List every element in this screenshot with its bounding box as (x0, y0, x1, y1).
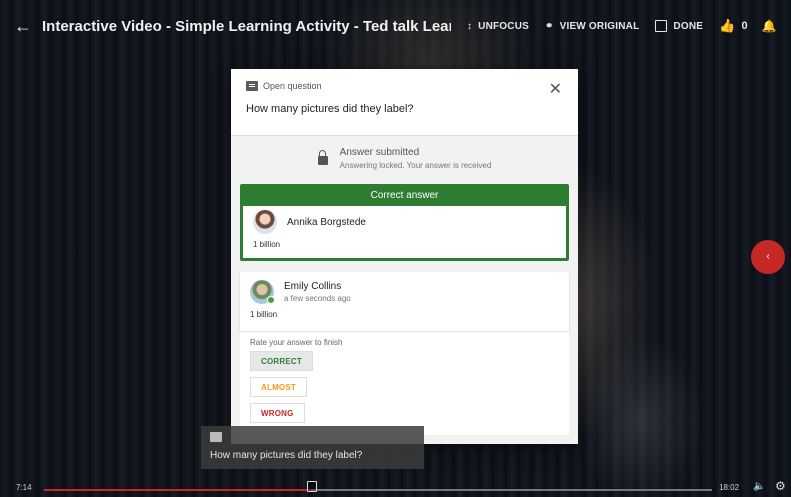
student-answer-value: 1 billion (250, 310, 278, 319)
rate-correct-button[interactable]: CORRECT (250, 351, 313, 371)
unfocus-button[interactable]: ↕ UNFOCUS (467, 21, 529, 32)
unfocus-label: UNFOCUS (478, 20, 529, 32)
question-type-label: Open question (263, 81, 322, 91)
caption-text: How many pictures did they label? (210, 450, 363, 461)
like-count: 0 (741, 20, 748, 32)
interaction-marker-icon[interactable] (307, 481, 317, 492)
bell-icon: 🔔 (761, 19, 777, 33)
done-label: DONE (673, 20, 704, 32)
duration: 18:02 (719, 483, 740, 492)
student-answer-card: Emily Collins a few seconds ago 1 billio… (240, 272, 569, 331)
side-panel-button[interactable]: ‹ (751, 240, 785, 274)
question-type: Open question (246, 81, 564, 91)
question-icon (210, 432, 222, 442)
lock-icon (317, 150, 328, 165)
locked-title: Answer submitted (339, 147, 420, 158)
rate-almost-button[interactable]: ALMOST (250, 377, 307, 397)
progress-fill (44, 489, 312, 491)
answer-locked-notice: Answer submitted Answering locked. Your … (231, 135, 578, 181)
rate-wrong-button[interactable]: WRONG (250, 403, 305, 423)
author-name: Annika Borgstede (287, 216, 366, 228)
avatar (250, 280, 275, 304)
correct-answer-value: 1 billion (253, 240, 281, 249)
video-title: Interactive Video - Simple Learning Acti… (42, 17, 451, 35)
question-icon (246, 81, 258, 91)
question-text: How many pictures did they label? (246, 103, 414, 115)
like-button[interactable]: 👍 0 (719, 18, 748, 34)
progress-bar[interactable] (44, 489, 712, 491)
arrow-left-icon[interactable]: ← (14, 16, 42, 37)
player-controls: 7:14 18:02 🔈 ⚙ (0, 478, 791, 497)
done-checkbox[interactable]: DONE (655, 20, 703, 32)
rating-section: Rate your answer to finish CORRECT ALMOS… (240, 331, 569, 435)
volume-icon[interactable]: 🔈 (753, 481, 765, 492)
current-time: 7:14 (16, 483, 32, 492)
modal-header: Open question ✕ How many pictures did th… (231, 69, 578, 133)
question-caption[interactable]: How many pictures did they label? (201, 426, 424, 469)
question-modal: Open question ✕ How many pictures did th… (231, 69, 578, 444)
student-name: Emily Collins (284, 281, 342, 292)
avatar (253, 210, 277, 234)
thumbs-up-icon: 👍 (719, 18, 736, 33)
view-original-button[interactable]: ⚭ VIEW ORIGINAL (545, 21, 639, 32)
notifications-button[interactable]: 🔔 (762, 19, 777, 33)
link-icon: ⚭ (545, 20, 554, 32)
gear-icon[interactable]: ⚙ (775, 479, 786, 493)
rating-label: Rate your answer to finish (250, 338, 343, 347)
student-answer-author: Emily Collins a few seconds ago (240, 272, 569, 304)
correct-answer-card: Correct answer Annika Borgstede 1 billio… (240, 184, 569, 261)
correct-answer-header: Correct answer (243, 187, 566, 206)
view-original-label: VIEW ORIGINAL (559, 20, 640, 32)
top-bar: ← Interactive Video - Simple Learning Ac… (0, 0, 791, 52)
chevron-left-icon: ‹ (766, 251, 770, 262)
locked-subtitle: Answering locked. Your answer is receive… (339, 161, 492, 170)
close-icon[interactable]: ✕ (549, 79, 562, 99)
collapse-icon: ↕ (466, 20, 473, 32)
answer-timestamp: a few seconds ago (284, 294, 351, 303)
correct-answer-author: Annika Borgstede (243, 206, 566, 238)
checkbox-icon (655, 20, 668, 32)
